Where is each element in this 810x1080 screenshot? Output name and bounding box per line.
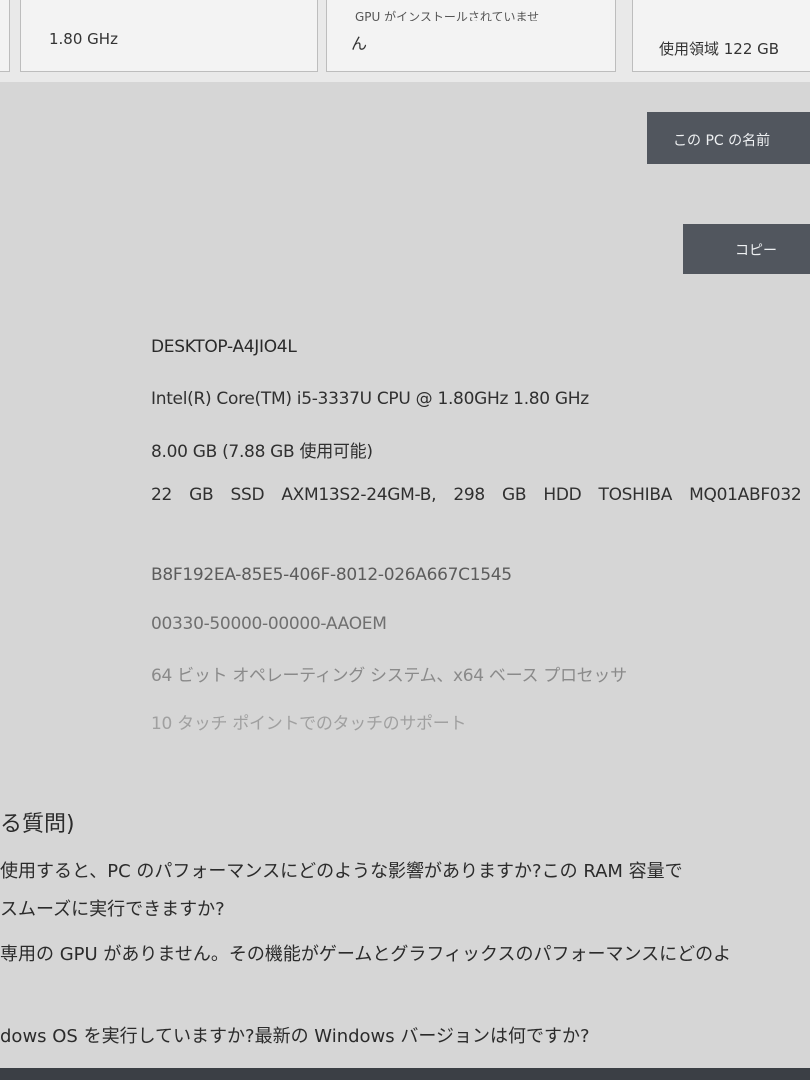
- processor-value: Intel(R) Core(TM) i5-3337U CPU @ 1.80GHz…: [151, 389, 589, 409]
- gpu-note-line1: GPU がインストールされていませ: [355, 10, 540, 21]
- ram-value: 8.00 GB (7.88 GB 使用可能): [151, 442, 373, 462]
- device-id-value: B8F192EA-85E5-406F-8012-026A667C1545: [151, 565, 512, 585]
- processor-speed-value: 1.80 GHz: [49, 30, 118, 48]
- product-id-value: 00330-50000-00000-AAOEM: [151, 614, 387, 634]
- summary-card-edge: [0, 0, 10, 72]
- faq-question-ram-line1[interactable]: 使用すると、PC のパフォーマンスにどのような影響がありますか?この RAM 容…: [0, 857, 683, 883]
- processor-card: 1.80 GHz: [20, 0, 318, 72]
- rename-pc-button[interactable]: この PC の名前: [647, 112, 810, 164]
- gpu-note-line2: ん: [351, 34, 368, 53]
- faq-question-gpu[interactable]: 専用の GPU がありません。その機能がゲームとグラフィックスのパフォーマンスに…: [0, 940, 731, 966]
- faq-question-ram-line2[interactable]: スムーズに実行できますか?: [0, 895, 225, 921]
- copy-button[interactable]: コピー: [683, 224, 810, 274]
- faq-question-windows-version[interactable]: dows OS を実行していますか?最新の Windows バージョンは何ですか…: [0, 1022, 590, 1048]
- summary-cards-bar: 1.80 GHz GPU がインストールされていませ ん 使用領域 122 GB: [0, 0, 810, 82]
- device-name-value: DESKTOP-A4JIO4L: [151, 337, 297, 357]
- storage-value: 22 GB SSD AXM13S2-24GM-B, 298 GB HDD TOS…: [151, 485, 802, 505]
- storage-used-value: 使用領域 122 GB: [659, 40, 780, 58]
- system-type-value: 64 ビット オペレーティング システム、x64 ベース プロセッサ: [151, 666, 627, 686]
- taskbar-edge: [0, 1068, 810, 1080]
- graphics-card: GPU がインストールされていませ ん: [326, 0, 616, 72]
- faq-heading: る質問): [0, 812, 75, 837]
- storage-card: 使用領域 122 GB: [632, 0, 810, 72]
- pen-touch-value: 10 タッチ ポイントでのタッチのサポート: [151, 714, 467, 734]
